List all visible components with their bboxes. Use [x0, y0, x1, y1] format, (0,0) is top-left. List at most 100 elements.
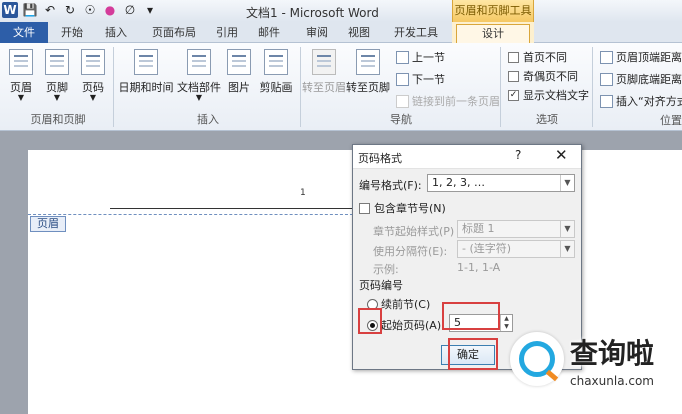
page-number-dropdown-icon: ▼: [89, 93, 97, 102]
link-icon: [396, 94, 409, 108]
number-format-label: 编号格式(F):: [359, 179, 422, 192]
chevron-down-icon: ▼: [560, 221, 574, 237]
doc-parts-dropdown-icon: ▼: [195, 93, 203, 102]
tab-view[interactable]: 视图: [344, 24, 374, 43]
chapter-style-value: 标题 1: [462, 222, 495, 235]
chevron-down-icon: ▼: [560, 241, 574, 257]
link-to-previous-label: 链接到前一条页眉: [412, 95, 500, 108]
header-icon: [9, 49, 33, 75]
include-chapter-label: 包含章节号(N): [374, 202, 446, 215]
clipart-button[interactable]: 剪贴画: [256, 49, 296, 95]
different-odd-even-checkbox[interactable]: 奇偶页不同: [508, 68, 578, 84]
group-separator: [592, 47, 593, 127]
insert-align-tab-label: 插入“对齐方式”: [616, 95, 682, 108]
header-top-distance[interactable]: 页眉顶端距离:: [600, 49, 682, 65]
highlight-box-start-value: [442, 302, 500, 330]
goto-header-icon: [312, 49, 336, 75]
dialog-title: 页码格式: [358, 152, 402, 165]
checkbox-box: [508, 70, 519, 82]
tab-page-layout[interactable]: 页面布局: [146, 24, 202, 43]
tab-design[interactable]: 设计: [456, 24, 530, 44]
next-section-icon: [396, 72, 409, 86]
page-numbering-section-label: 页码编号: [359, 279, 403, 292]
help-icon[interactable]: ?: [515, 148, 521, 162]
watermark-url: chaxunla.com: [570, 374, 654, 388]
link-to-previous-button[interactable]: 链接到前一条页眉: [396, 93, 500, 109]
color-icon[interactable]: ●: [102, 2, 118, 18]
page-number-button[interactable]: 页码 ▼: [78, 49, 108, 102]
checkbox-box: [508, 51, 519, 63]
goto-footer-icon: [356, 49, 380, 75]
quick-access-toolbar: W 💾 ↶ ↻ ☉ ● ∅ ▾: [2, 2, 158, 18]
checkbox-box: [359, 202, 370, 214]
show-document-text-label: 显示文档文字: [523, 89, 589, 102]
clear-icon[interactable]: ∅: [122, 2, 138, 18]
previous-section-icon: [396, 50, 409, 64]
page-number-icon: [81, 49, 105, 75]
close-icon[interactable]: ✕: [555, 146, 568, 164]
doc-parts-icon: [187, 49, 211, 75]
separator-select[interactable]: - (连字符) ▼: [457, 240, 575, 258]
goto-header-button[interactable]: 转至页眉: [302, 49, 346, 95]
next-section-label: 下一节: [412, 73, 445, 86]
highlight-box-start-radio: [358, 308, 382, 334]
header-distance-icon: [600, 50, 613, 64]
watermark-logo-icon: [510, 332, 564, 386]
date-time-label: 日期和时间: [118, 81, 174, 94]
footer-bottom-distance[interactable]: 页脚底端距离:: [600, 71, 682, 87]
doc-parts-button[interactable]: 文档部件 ▼: [176, 49, 222, 102]
header-top-distance-label: 页眉顶端距离:: [616, 51, 682, 64]
date-time-button[interactable]: 日期和时间: [118, 49, 174, 95]
dialog-titlebar: 页码格式 ? ✕: [353, 145, 581, 169]
tab-file[interactable]: 文件: [0, 22, 48, 43]
ribbon: 页眉 ▼ 页脚 ▼ 页码 ▼ 页眉和页脚 日期和时间 文档部件 ▼ 图片 剪贴画…: [0, 43, 682, 131]
different-first-page-checkbox[interactable]: 首页不同: [508, 49, 567, 65]
start-at-label: 起始页码(A):: [381, 319, 445, 332]
clipart-icon: [264, 49, 288, 75]
cursor-mark: 1: [300, 188, 306, 198]
different-odd-even-label: 奇偶页不同: [523, 70, 578, 83]
tab-developer[interactable]: 开发工具: [388, 24, 444, 43]
clipart-label: 剪贴画: [259, 81, 293, 94]
repeat-icon[interactable]: ☉: [82, 2, 98, 18]
chapter-style-label: 章节起始样式(P): [373, 225, 455, 238]
tab-insert[interactable]: 插入: [100, 24, 132, 43]
previous-section-label: 上一节: [412, 51, 445, 64]
continue-from-previous-label: 续前节(C): [381, 298, 431, 311]
chapter-style-select[interactable]: 标题 1 ▼: [457, 220, 575, 238]
tab-mailings[interactable]: 邮件: [254, 24, 284, 43]
group-separator: [300, 47, 301, 127]
group-separator: [113, 47, 114, 127]
footer-button[interactable]: 页脚 ▼: [42, 49, 72, 102]
header-boundary: [28, 214, 353, 215]
position-group: 页眉顶端距离: 页脚底端距离: 插入“对齐方式” 位置: [596, 43, 682, 131]
include-chapter-checkbox[interactable]: 包含章节号(N): [359, 200, 446, 216]
insert-align-tab-button[interactable]: 插入“对齐方式”: [600, 93, 682, 109]
group-label-position: 位置: [660, 114, 682, 127]
tab-home[interactable]: 开始: [56, 24, 88, 43]
picture-button[interactable]: 图片: [226, 49, 252, 95]
group-label-options: 选项: [536, 113, 558, 126]
title-bar: W 💾 ↶ ↻ ☉ ● ∅ ▾ 文档1 - Microsoft Word 页眉和…: [0, 0, 682, 22]
undo-icon[interactable]: ↶: [42, 2, 58, 18]
header-button[interactable]: 页眉 ▼: [6, 49, 36, 102]
previous-section-button[interactable]: 上一节: [396, 49, 445, 65]
tab-references[interactable]: 引用: [212, 24, 242, 43]
save-icon[interactable]: 💾: [22, 2, 38, 18]
show-document-text-checkbox[interactable]: ✓ 显示文档文字: [508, 87, 589, 103]
next-section-button[interactable]: 下一节: [396, 71, 445, 87]
group-separator: [500, 47, 501, 127]
goto-footer-label: 转至页脚: [346, 81, 390, 94]
number-format-value: 1, 2, 3, …: [432, 176, 485, 189]
chevron-down-icon: ▼: [560, 175, 574, 191]
redo-icon[interactable]: ↻: [62, 2, 78, 18]
group-label-navigation: 导航: [390, 113, 412, 126]
footer-icon: [45, 49, 69, 75]
header-dropdown-icon: ▼: [17, 93, 25, 102]
footer-distance-icon: [600, 72, 613, 86]
tab-review[interactable]: 审阅: [302, 24, 332, 43]
goto-footer-button[interactable]: 转至页脚: [346, 49, 390, 95]
customize-icon[interactable]: ▾: [142, 2, 158, 18]
context-tools-title: 页眉和页脚工具: [452, 0, 534, 22]
number-format-select[interactable]: 1, 2, 3, … ▼: [427, 174, 575, 192]
